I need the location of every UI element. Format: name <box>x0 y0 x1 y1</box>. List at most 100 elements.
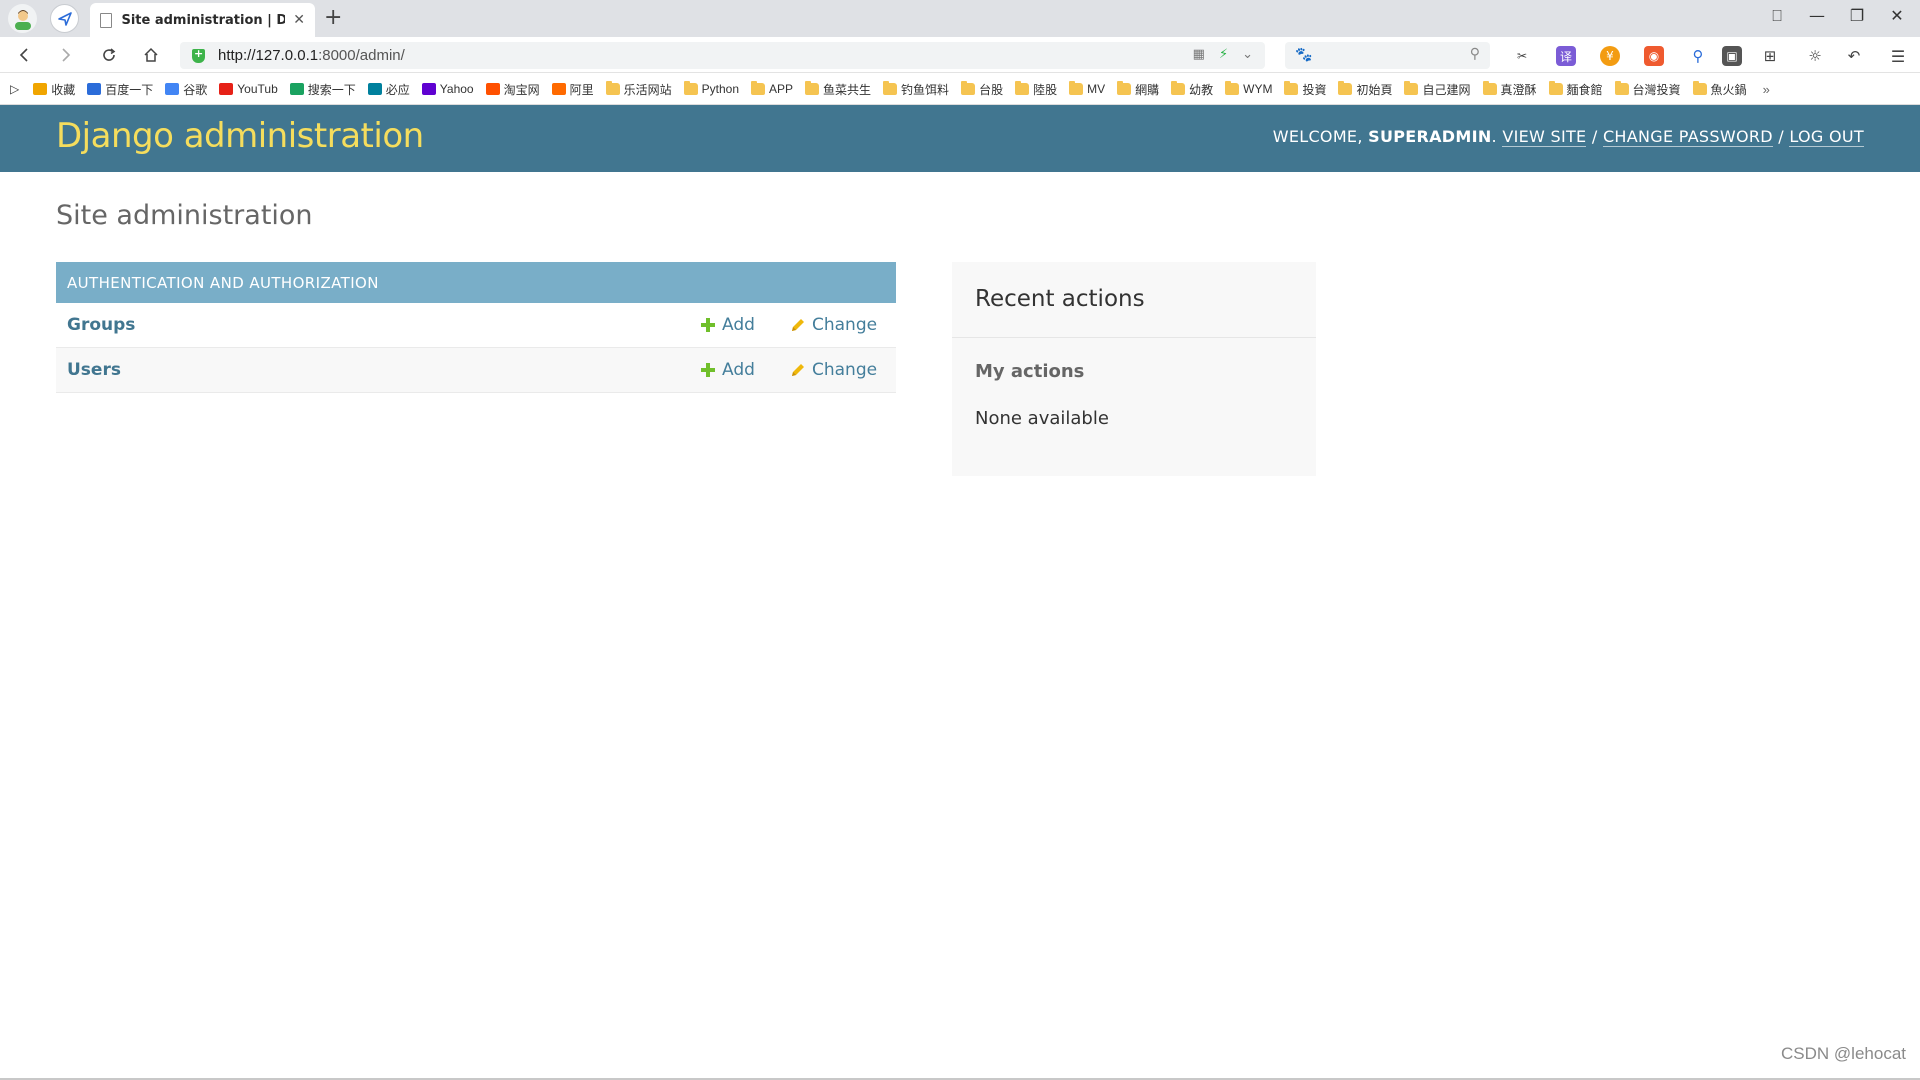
bookmark-item[interactable]: 幼教 <box>1171 81 1213 98</box>
home-icon[interactable] <box>138 42 164 68</box>
bookmark-item[interactable]: 钓鱼饵料 <box>883 81 949 98</box>
forward-icon[interactable] <box>52 42 78 68</box>
bookmark-item[interactable]: 必应 <box>367 81 410 98</box>
change-password-link[interactable]: CHANGE PASSWORD <box>1602 127 1773 147</box>
lightning-icon[interactable]: ⚡ <box>1219 47 1228 62</box>
model-link-users[interactable]: Users <box>67 360 121 380</box>
back-icon[interactable] <box>12 42 38 68</box>
scissors-icon[interactable]: ✂ <box>1512 46 1532 66</box>
browser-search-box[interactable]: 🐾 ⚲ <box>1285 42 1490 69</box>
bookmark-item[interactable]: 魚火鍋 <box>1692 81 1747 98</box>
bookmark-item[interactable]: 初始頁 <box>1338 81 1392 98</box>
bookmark-label: Yahoo <box>439 82 474 96</box>
search-icon[interactable]: ⚲ <box>1470 46 1480 62</box>
model-row-groups: Groups Add Change <box>56 303 896 348</box>
folder-icon <box>1117 81 1132 95</box>
bookmark-item[interactable]: APP <box>751 81 793 96</box>
bookmark-item[interactable]: 搜索一下 <box>289 81 356 98</box>
separator: / <box>1591 127 1598 146</box>
game-icon[interactable]: ◉ <box>1644 46 1664 66</box>
folder-icon <box>751 81 766 95</box>
folder-icon <box>1482 81 1497 95</box>
bookmark-item[interactable]: Yahoo <box>421 82 474 96</box>
navigate-arrow-icon[interactable] <box>50 4 79 33</box>
bookmark-label: 钓鱼饵料 <box>901 82 950 97</box>
bookmark-item[interactable]: 淘宝网 <box>485 81 540 98</box>
bookmark-item[interactable]: 陸股 <box>1015 81 1057 98</box>
bookmark-label: 台股 <box>979 82 1004 97</box>
bookmark-item[interactable]: 鱼菜共生 <box>805 81 871 98</box>
watermark: CSDN @lehocat <box>1781 1044 1906 1063</box>
close-window-button[interactable]: ✕ <box>1882 6 1912 25</box>
bookmark-label: Python <box>701 82 740 96</box>
new-tab-button[interactable]: + <box>324 5 342 30</box>
bookmark-item[interactable]: 自己建网 <box>1404 81 1471 98</box>
bookmark-label: WYM <box>1243 82 1273 96</box>
bookmark-item[interactable]: 阿里 <box>551 81 594 98</box>
app-caption[interactable]: AUTHENTICATION AND AUTHORIZATION <box>56 262 896 303</box>
model-link-groups[interactable]: Groups <box>67 315 135 335</box>
user-tools: WELCOME, SUPERADMIN. VIEW SITE / CHANGE … <box>1272 127 1864 147</box>
add-plus-icon <box>701 318 715 332</box>
add-groups-link[interactable]: Add <box>701 315 755 335</box>
folder-icon <box>1614 81 1629 95</box>
change-groups-link[interactable]: Change <box>790 315 877 335</box>
active-tab[interactable]: Site administration | Djang ✕ <box>90 3 315 37</box>
recent-actions-panel: Recent actions My actions None available <box>952 262 1316 476</box>
site-branding[interactable]: Django administration <box>56 116 424 156</box>
tab-close-icon[interactable]: ✕ <box>293 12 305 28</box>
bookmark-item[interactable]: 百度一下 <box>87 81 153 98</box>
bookmark-label: 百度一下 <box>105 82 154 97</box>
bookmark-item[interactable]: 台股 <box>961 81 1003 98</box>
apps-grid-icon[interactable]: ⊞ <box>1760 46 1780 66</box>
bookmark-item[interactable]: MV <box>1069 81 1105 96</box>
undo-icon[interactable]: ↶ <box>1844 46 1864 66</box>
bookmark-item[interactable]: 網購 <box>1117 81 1159 98</box>
log-out-link[interactable]: LOG OUT <box>1789 127 1864 147</box>
address-bar[interactable]: http://127.0.0.1:8000/admin/ ▦ ⚡ ⌄ <box>180 42 1265 69</box>
bookmark-item[interactable]: Python <box>683 81 740 96</box>
google-icon <box>165 83 180 95</box>
bookmark-item[interactable]: 收藏 <box>33 81 75 98</box>
bookmark-label: 初始頁 <box>1356 82 1393 97</box>
pencil-icon <box>792 319 804 331</box>
bookmark-item[interactable]: WYM <box>1225 81 1273 96</box>
reader-icon[interactable]: ▣ <box>1722 46 1742 66</box>
add-users-link[interactable]: Add <box>701 360 755 380</box>
restore-button[interactable]: ❐ <box>1842 6 1872 25</box>
bookmark-item[interactable]: 谷歌 <box>165 81 207 98</box>
folder-icon <box>805 81 820 95</box>
dropdown-chevron-icon[interactable]: ⌄ <box>1242 47 1253 62</box>
bookmark-item[interactable]: 台灣投資 <box>1614 81 1681 98</box>
sidebar-toggle-icon[interactable]: ▷ <box>10 82 19 96</box>
view-site-link[interactable]: VIEW SITE <box>1502 127 1587 147</box>
qr-code-icon[interactable]: ▦ <box>1193 47 1205 62</box>
user-avatar-icon[interactable] <box>8 4 37 33</box>
bookmark-item[interactable]: 真澄酥 <box>1482 81 1537 98</box>
add-plus-icon <box>701 363 715 377</box>
translate-icon[interactable]: 译 <box>1556 46 1576 66</box>
reload-icon[interactable] <box>96 42 122 68</box>
bookmark-item[interactable]: YouTub <box>219 82 278 96</box>
menu-icon[interactable]: ☰ <box>1888 46 1908 66</box>
bing-icon <box>367 83 382 95</box>
pin-window-icon[interactable]: ⎕ <box>1762 6 1792 26</box>
bookmarks-more-icon[interactable]: » <box>1763 82 1770 97</box>
search-logo-icon <box>289 83 304 95</box>
change-users-link[interactable]: Change <box>790 360 877 380</box>
pencil-icon <box>792 364 804 376</box>
bookmark-item[interactable]: 乐活网站 <box>605 81 672 98</box>
browser-tab-bar: Site administration | Djang ✕ + ⎕ — ❐ ✕ <box>0 0 1920 37</box>
theme-icon[interactable]: ☼ <box>1805 46 1825 66</box>
folder-icon <box>961 81 976 95</box>
model-row-users: Users Add Change <box>56 348 896 393</box>
bookmark-item[interactable]: 麵食館 <box>1548 81 1603 98</box>
bookmark-item[interactable]: 投資 <box>1284 81 1326 98</box>
minimize-button[interactable]: — <box>1802 6 1832 25</box>
magnifier-icon[interactable]: ⚲ <box>1688 46 1708 66</box>
folder-icon <box>1692 81 1707 95</box>
add-label: Add <box>722 315 755 335</box>
taobao-icon <box>485 83 500 95</box>
bookmarks-bar: ▷ 收藏 百度一下 谷歌 YouTub 搜索一下 必应 Yahoo 淘宝网 阿里 乐活网站 Pyth… <box>0 74 1920 105</box>
coupon-icon[interactable]: ¥ <box>1600 46 1620 66</box>
